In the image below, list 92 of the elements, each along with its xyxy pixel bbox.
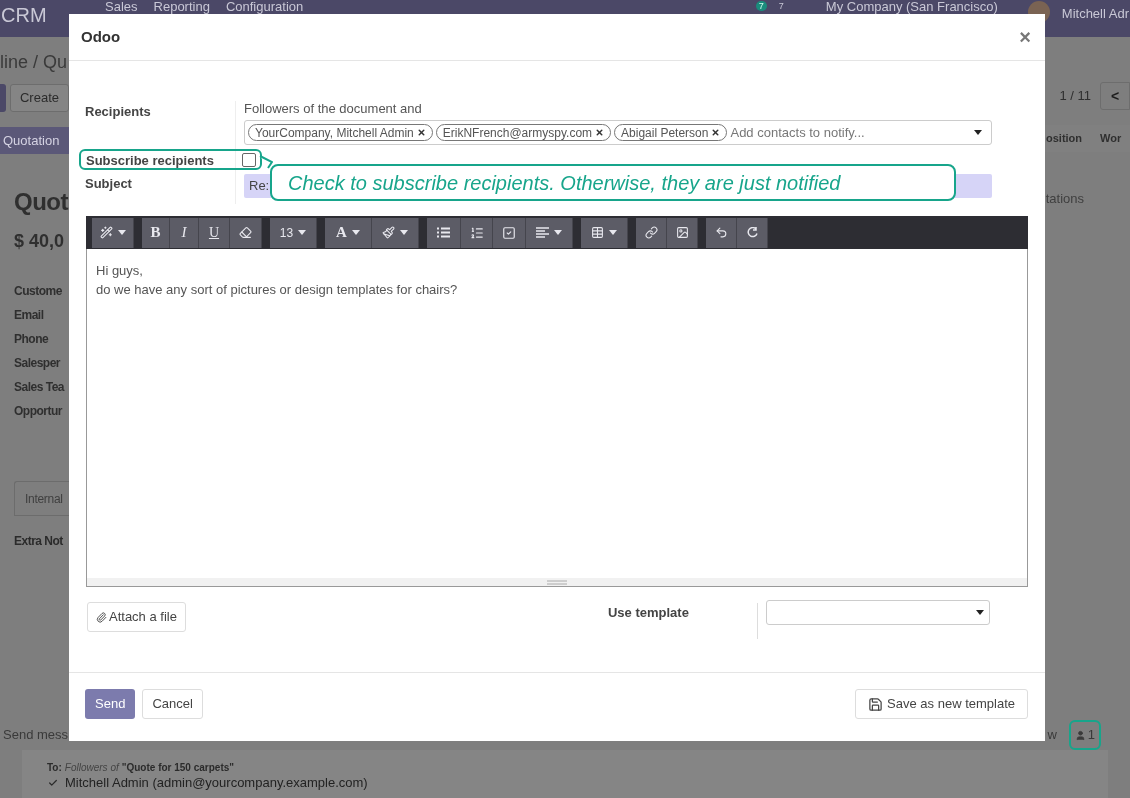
field-label: Salesper bbox=[14, 355, 62, 372]
font-size-button[interactable]: 13 bbox=[270, 217, 317, 248]
followers-note: Followers of the document and bbox=[244, 101, 423, 118]
magic-button[interactable] bbox=[92, 217, 134, 248]
caret-icon bbox=[974, 130, 982, 135]
message-text: Hi guys, bbox=[96, 262, 144, 280]
field-label: Subscribe recipients bbox=[79, 149, 262, 170]
wand-icon bbox=[99, 226, 113, 239]
recipients-field[interactable]: YourCompany, Mitchell Admin ErikNFrench@armyspy.com Abigail Peterson Add contacts to notify... bbox=[244, 120, 992, 145]
status-step[interactable]: Wor bbox=[1100, 130, 1122, 147]
redo-icon bbox=[746, 227, 758, 238]
caret-icon bbox=[117, 230, 126, 235]
field-label: Use template bbox=[607, 603, 758, 639]
checkbox-icon bbox=[502, 225, 516, 240]
bold-button[interactable]: B bbox=[142, 217, 170, 248]
amount-text: $ 40,0 bbox=[14, 230, 66, 253]
message-text: do we have any sort of pictures or design templates for chairs? bbox=[96, 281, 459, 299]
redo-button[interactable] bbox=[737, 217, 768, 248]
to-followers: Followers of bbox=[64, 762, 119, 774]
image-button[interactable] bbox=[667, 217, 698, 248]
numbered-list-icon bbox=[469, 225, 484, 240]
paperclip-icon bbox=[96, 611, 107, 623]
brush-icon bbox=[382, 226, 395, 239]
font-color-button[interactable]: A bbox=[325, 217, 372, 248]
image-icon bbox=[675, 226, 689, 239]
underline-button[interactable]: U bbox=[199, 217, 230, 248]
caret-icon bbox=[975, 610, 984, 615]
bullet-list-button[interactable] bbox=[427, 217, 461, 248]
record-name: "Quote for 150 carpets" bbox=[121, 762, 234, 774]
caret-icon bbox=[400, 230, 408, 235]
close-button[interactable]: × bbox=[1019, 27, 1031, 47]
send-message-tab[interactable]: Send mess bbox=[0, 725, 69, 745]
eraser-button[interactable] bbox=[230, 217, 262, 248]
breadcrumb: line / Qu bbox=[0, 51, 69, 74]
eraser-icon bbox=[239, 226, 252, 239]
tooltip-pointer bbox=[259, 155, 273, 169]
contacts-input[interactable]: Add contacts to notify... bbox=[730, 122, 971, 143]
cancel-button[interactable]: Cancel bbox=[142, 689, 203, 719]
recipient-label: Mitchell Admin (admin@yourcompany.example.com) bbox=[65, 775, 368, 790]
undo-button[interactable] bbox=[706, 217, 737, 248]
attach-button[interactable]: Attach a file bbox=[87, 602, 186, 632]
menu-item[interactable]: Sales bbox=[105, 1, 138, 13]
highlight-button[interactable] bbox=[372, 217, 419, 248]
field-label: Opportur bbox=[14, 403, 64, 420]
remove-icon bbox=[711, 128, 721, 137]
stage-bar: Quotation bbox=[0, 127, 69, 154]
field-label: Custome bbox=[14, 283, 63, 300]
pager-counter: 1 / 11 bbox=[1059, 87, 1091, 106]
dialog-title: Odoo bbox=[81, 26, 121, 47]
send-button[interactable]: Send bbox=[85, 689, 136, 719]
remove-icon bbox=[416, 128, 426, 137]
caret-icon bbox=[298, 230, 307, 235]
status-step[interactable]: osition bbox=[1046, 130, 1083, 147]
field-label: Phone bbox=[14, 331, 50, 348]
field-label: Email bbox=[14, 307, 45, 324]
remove-icon bbox=[595, 128, 605, 137]
tooltip: Check to subscribe recipients. Otherwise, they are just notified bbox=[270, 164, 956, 201]
message-count[interactable]: 7 bbox=[778, 1, 784, 11]
align-icon bbox=[536, 227, 549, 238]
company-switcher[interactable]: My Company (San Francisco) bbox=[825, 1, 998, 13]
field-label: Sales Tea bbox=[14, 379, 66, 396]
bullet-list-icon bbox=[437, 227, 450, 238]
align-button[interactable] bbox=[526, 217, 573, 248]
record-title: Quot bbox=[14, 187, 69, 217]
subscribe-checkbox[interactable] bbox=[242, 152, 256, 167]
app-name: CRM bbox=[1, 4, 48, 26]
save-template-button[interactable]: Save as new template bbox=[855, 689, 1028, 719]
table-button[interactable] bbox=[581, 217, 628, 248]
resize-handle-icon bbox=[547, 579, 567, 585]
caret-icon bbox=[609, 230, 617, 235]
menu-item[interactable]: Reporting bbox=[153, 1, 210, 13]
user-menu[interactable]: Mitchell Adr bbox=[1061, 7, 1129, 21]
caret-icon bbox=[554, 230, 562, 235]
to-label: To: bbox=[47, 762, 62, 774]
italic-button[interactable]: I bbox=[170, 217, 199, 248]
caret-icon bbox=[351, 230, 360, 235]
activity-count[interactable]: 7 bbox=[755, 1, 767, 11]
field-label: Extra Not bbox=[14, 533, 64, 550]
menu-item[interactable]: Configuration bbox=[225, 1, 304, 13]
checklist-button[interactable] bbox=[493, 217, 526, 248]
numbered-list-button[interactable] bbox=[461, 217, 493, 248]
editor-area[interactable]: Hi guys, do we have any sort of pictures or design templates for chairs? bbox=[86, 249, 1028, 587]
link-button[interactable] bbox=[636, 217, 667, 248]
field-label: Subject bbox=[85, 175, 133, 193]
user-icon bbox=[1074, 729, 1086, 741]
table-icon bbox=[591, 226, 604, 239]
create-button[interactable]: Create bbox=[9, 84, 69, 112]
follow-link[interactable]: w bbox=[1047, 725, 1057, 745]
link-icon bbox=[644, 226, 658, 239]
field-label: Recipients bbox=[85, 103, 152, 121]
undo-icon bbox=[714, 226, 728, 239]
previous-button[interactable]: < bbox=[1100, 82, 1130, 110]
